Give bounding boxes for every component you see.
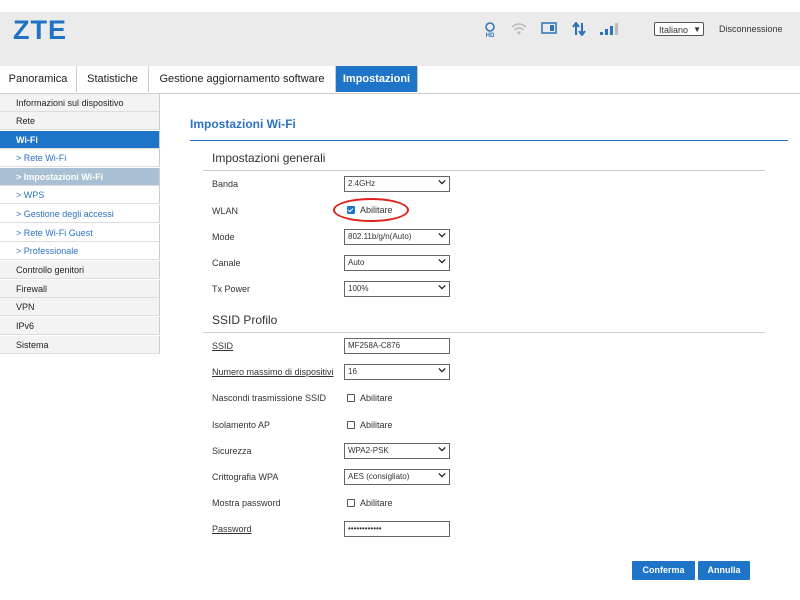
chevron-down-icon (438, 258, 446, 264)
tab-impostazioni[interactable]: Impostazioni (336, 66, 418, 92)
ap-isolation-checkbox[interactable] (347, 421, 355, 429)
sidebar-item-wifi[interactable]: Wi-Fi (0, 131, 160, 149)
title-divider (190, 140, 788, 141)
mode-select[interactable]: 802.11b/g/n(Auto) (344, 229, 450, 245)
hd-voice-icon: HD (482, 22, 498, 39)
language-select[interactable]: Italiano ▼ (654, 22, 704, 36)
section-divider (203, 170, 765, 171)
show-password-check-label: Abilitare (360, 498, 393, 508)
sidebar-item-sistema[interactable]: Sistema (0, 336, 160, 354)
hide-ssid-check-label: Abilitare (360, 393, 393, 403)
section-divider (203, 332, 765, 333)
wpa-encryption-select[interactable]: AES (consigliato) (344, 469, 450, 485)
max-devices-label: Numero massimo di dispositivi (212, 367, 334, 377)
txpower-select[interactable]: 100% (344, 281, 450, 297)
wifi-signal-icon (511, 22, 527, 36)
txpower-value: 100% (348, 284, 369, 293)
zte-logo: ZTE (13, 15, 67, 45)
banda-select[interactable]: 2.4GHz (344, 176, 450, 192)
sidebar-item-ipv6[interactable]: IPv6 (0, 317, 160, 335)
sidebar-item-controllo-genitori[interactable]: Controllo genitori (0, 261, 160, 279)
sidebar-item-wps[interactable]: > WPS (0, 186, 160, 204)
section-title-general: Impostazioni generali (212, 151, 326, 165)
hide-ssid-label: Nascondi trasmissione SSID (212, 393, 327, 403)
security-select[interactable]: WPA2-PSK (344, 443, 450, 459)
hd-label: HD (486, 33, 495, 38)
sidebar-item-info-dispositivo[interactable]: Informazioni sul dispositivo (0, 94, 160, 112)
chevron-down-icon (438, 232, 446, 238)
mode-value: 802.11b/g/n(Auto) (348, 232, 412, 241)
mode-label: Mode (212, 232, 235, 242)
banda-label: Banda (212, 179, 239, 189)
hide-ssid-checkbox[interactable] (347, 394, 355, 402)
ssid-label: SSID (212, 341, 234, 351)
wpa-encryption-value: AES (consigliato) (348, 472, 410, 481)
top-header (0, 12, 800, 66)
wlan-label: WLAN (212, 206, 239, 216)
section-title-ssid: SSID Profilo (212, 313, 278, 327)
sidebar-item-rete[interactable]: Rete (0, 112, 160, 130)
ssid-input[interactable]: MF258A-C876 (344, 338, 450, 354)
sidebar-item-professionale[interactable]: > Professionale (0, 242, 160, 260)
confirm-button[interactable]: Conferma (632, 561, 695, 580)
canale-value: Auto (348, 258, 365, 267)
sim-card-icon (541, 22, 557, 36)
chevron-down-icon (438, 179, 446, 185)
sidebar-item-rete-wifi[interactable]: > Rete Wi-Fi (0, 149, 160, 167)
tab-gestione-aggiornamento[interactable]: Gestione aggiornamento software (149, 66, 336, 92)
sidebar-item-rete-wifi-guest[interactable]: > Rete Wi-Fi Guest (0, 224, 160, 242)
highlight-annotation (333, 198, 409, 222)
show-password-label: Mostra password (212, 498, 281, 508)
page-title: Impostazioni Wi-Fi (190, 117, 296, 131)
max-devices-select[interactable]: 16 (344, 364, 450, 380)
chevron-down-icon (438, 367, 446, 373)
ap-isolation-label: Isolamento AP (212, 420, 271, 430)
language-value: Italiano (659, 25, 689, 35)
canale-label: Canale (212, 258, 241, 268)
security-value: WPA2-PSK (348, 446, 389, 455)
main-nav: Panoramica Statistiche Gestione aggiorna… (0, 66, 800, 94)
chevron-down-icon: ▼ (693, 25, 701, 34)
logout-link[interactable]: Disconnessione (719, 24, 783, 34)
show-password-checkbox[interactable] (347, 499, 355, 507)
sidebar-item-firewall[interactable]: Firewall (0, 280, 160, 298)
txpower-label: Tx Power (212, 284, 251, 294)
chevron-down-icon (438, 446, 446, 452)
canale-select[interactable]: Auto (344, 255, 450, 271)
password-label: Password (212, 524, 252, 534)
tab-panoramica[interactable]: Panoramica (0, 66, 77, 92)
tab-statistiche[interactable]: Statistiche (77, 66, 149, 92)
password-input[interactable]: •••••••••••• (344, 521, 450, 537)
network-signal-icon (599, 22, 619, 36)
banda-value: 2.4GHz (348, 179, 376, 188)
cancel-button[interactable]: Annulla (698, 561, 750, 580)
sidebar-item-vpn[interactable]: VPN (0, 298, 160, 316)
data-transfer-icon (571, 21, 587, 37)
max-devices-value: 16 (348, 367, 357, 376)
security-label: Sicurezza (212, 446, 252, 456)
ap-isolation-check-label: Abilitare (360, 420, 393, 430)
chevron-down-icon (438, 284, 446, 290)
chevron-down-icon (438, 472, 446, 478)
sidebar-item-gestione-accessi[interactable]: > Gestione degli accessi (0, 205, 160, 223)
sidebar-item-impostazioni-wifi[interactable]: > Impostazioni Wi-Fi (0, 168, 160, 186)
wpa-encryption-label: Crittografia WPA (212, 472, 279, 482)
